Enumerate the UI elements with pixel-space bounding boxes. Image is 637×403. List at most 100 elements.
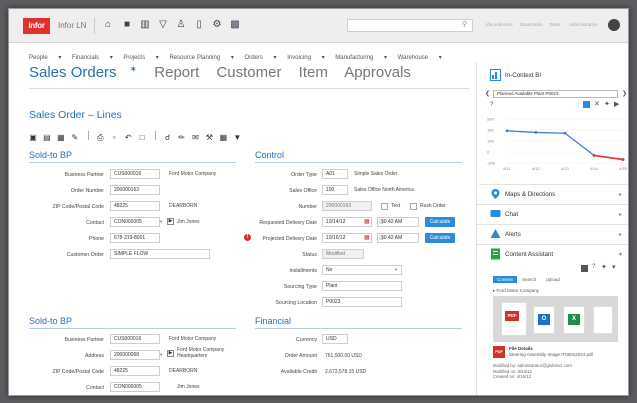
tab-sales-orders[interactable]: Sales Orders ✶ xyxy=(29,64,137,81)
chevron-down-icon[interactable]: ▾ xyxy=(160,352,162,358)
content-breadcrumb[interactable]: ▸ Ford Motor Company xyxy=(493,288,539,294)
address-field[interactable]: 200000068 xyxy=(110,350,160,360)
calculate-requested-button[interactable]: Calculate xyxy=(425,217,455,227)
bookmarks-link[interactable]: Bookmarks xyxy=(520,22,543,27)
expand-icon[interactable]: ▶ xyxy=(614,100,619,108)
content-assistant-header[interactable]: Content Assistant ▾ xyxy=(477,245,628,265)
edit-icon[interactable]: ✎ xyxy=(71,133,79,143)
chevron-down-icon[interactable]: ▾ xyxy=(160,219,162,225)
tools-icon[interactable]: ⚒ xyxy=(205,133,213,143)
new-icon[interactable]: ▤ xyxy=(43,133,51,143)
report-icon[interactable]: ▩ xyxy=(229,19,241,31)
undo-icon[interactable]: ↶ xyxy=(124,133,132,143)
tab-report[interactable]: Report xyxy=(154,64,199,81)
search-input[interactable] xyxy=(347,19,473,32)
close-icon[interactable]: ✕ xyxy=(594,100,600,108)
settings-icon[interactable]: ⚙ xyxy=(211,19,223,31)
customer-order-field[interactable]: SIMPLE FLOW xyxy=(110,249,210,259)
menu-orders[interactable]: Orders ▾ xyxy=(245,55,277,61)
menu-projects[interactable]: Projects ▾ xyxy=(123,55,158,61)
order-type-field[interactable]: A01 xyxy=(322,169,348,179)
blank-document[interactable] xyxy=(593,306,613,334)
tab-upload[interactable]: Upload xyxy=(542,276,564,283)
alerts-header[interactable]: Alerts ▸ xyxy=(477,225,628,245)
phone-field[interactable]: 678-319-8001 xyxy=(110,233,160,243)
infor-logo[interactable]: infor xyxy=(23,18,50,34)
contact-field[interactable]: CON000005 xyxy=(110,382,160,392)
sourcing-location-field[interactable]: P0023 xyxy=(322,297,402,307)
app-name[interactable]: Infor LN xyxy=(58,21,86,30)
pdf-document[interactable]: PDF xyxy=(501,302,527,336)
table-icon[interactable]: ▦ xyxy=(219,133,228,143)
business-partner-field[interactable]: CUS000016 xyxy=(110,169,160,179)
tab-customer[interactable]: Customer xyxy=(216,64,281,81)
zip-field[interactable]: 48225 xyxy=(110,201,160,211)
user-icon[interactable]: ♙ xyxy=(175,19,187,31)
tab-item[interactable]: Item xyxy=(299,64,328,81)
bi-select[interactable]: Planned Available Plant P0023 xyxy=(493,90,618,98)
tab-search[interactable]: Search xyxy=(518,276,540,283)
filter-icon[interactable]: ▼ xyxy=(233,133,241,143)
excel-document[interactable]: X xyxy=(563,306,585,334)
calendar-icon[interactable]: ▦ xyxy=(364,233,370,243)
maps-header[interactable]: Maps & Directions ▸ xyxy=(477,185,628,205)
admin-link[interactable]: Administration xyxy=(569,22,598,27)
business-partner-field[interactable]: CUS000016 xyxy=(110,334,160,344)
zip-field[interactable]: 48225 xyxy=(110,366,160,376)
contact-lookup-icon[interactable]: ▶ xyxy=(167,218,174,225)
menu-people[interactable]: People ▾ xyxy=(29,55,61,61)
shield-icon[interactable]: ▽ xyxy=(157,19,169,31)
mail-icon[interactable]: ✉ xyxy=(191,133,199,143)
currency-field[interactable]: USD xyxy=(322,334,348,344)
chevron-right-icon[interactable]: ❯ xyxy=(622,90,627,97)
sourcing-type-field[interactable]: Plant xyxy=(322,281,402,291)
attach-icon[interactable]: ☌ xyxy=(164,133,172,143)
installments-select[interactable]: No xyxy=(322,265,402,275)
order-number-field[interactable]: 200000163 xyxy=(110,185,160,195)
chat-header[interactable]: Chat ▸ xyxy=(477,205,628,225)
pin-icon[interactable]: ✦ xyxy=(604,100,610,108)
chevron-down-icon[interactable]: ▾ xyxy=(395,267,397,273)
search-icon[interactable]: ⚲ xyxy=(462,20,467,28)
save-icon[interactable]: ▣ xyxy=(29,133,37,143)
rush-order-checkbox[interactable] xyxy=(410,203,417,210)
avatar[interactable] xyxy=(608,19,620,31)
x-tick-label: 4/15 xyxy=(619,166,627,171)
file-name[interactable]: Steering Assembly Image IT00012024.pdf xyxy=(509,352,593,357)
clock-icon[interactable]: ◷ xyxy=(379,233,384,243)
address-lookup-icon[interactable]: ▶ xyxy=(167,350,174,357)
bi-header[interactable]: In-Context BI xyxy=(477,66,628,86)
tab-content[interactable]: Content xyxy=(493,276,517,283)
tab-approvals[interactable]: Approvals xyxy=(344,64,411,81)
sales-office-field[interactable]: 100 xyxy=(322,185,348,195)
chevron-left-icon[interactable]: ❮ xyxy=(485,90,490,97)
pencil-icon[interactable]: ✏ xyxy=(177,133,185,143)
chart-icon[interactable]: ▥ xyxy=(139,19,151,31)
collapse-icon[interactable]: ▾ xyxy=(612,263,616,271)
grid-view-icon[interactable] xyxy=(581,265,588,272)
menu-resource-planning[interactable]: Resource Planning ▾ xyxy=(169,55,233,61)
print-icon[interactable]: ⎙ xyxy=(96,133,104,143)
menu-warehouse[interactable]: Warehouse ▾ xyxy=(398,55,442,61)
document-icon[interactable]: ▯ xyxy=(193,19,205,31)
pin-icon[interactable]: ✦ xyxy=(601,263,607,271)
text-checkbox[interactable] xyxy=(381,203,388,210)
home-icon[interactable]: ⌂ xyxy=(102,19,114,31)
info-icon[interactable]: ? xyxy=(490,102,493,108)
chart-view-icon[interactable] xyxy=(583,101,590,108)
calculate-projected-button[interactable]: Calculate xyxy=(425,233,455,243)
delete-icon[interactable]: □ xyxy=(138,133,146,143)
bookmark-icon[interactable]: ■ xyxy=(121,19,133,31)
menu-invoicing[interactable]: Invoicing ▾ xyxy=(287,55,324,61)
calendar-icon[interactable]: ▦ xyxy=(364,217,370,227)
tasks-link[interactable]: Tasks xyxy=(549,22,561,27)
clock-icon[interactable]: ◷ xyxy=(379,217,384,227)
menu-financials[interactable]: Financials ▾ xyxy=(72,55,113,61)
help-icon[interactable]: ? xyxy=(592,264,595,270)
copy-icon[interactable]: ▫ xyxy=(110,133,118,143)
menu-manufacturing[interactable]: Manufacturing ▾ xyxy=(335,55,387,61)
outlook-document[interactable]: O xyxy=(533,306,555,334)
user-link[interactable]: Ida Andersen xyxy=(486,22,513,27)
grid-icon[interactable]: ▦ xyxy=(57,133,65,143)
contact-field[interactable]: CON000005 xyxy=(110,217,160,227)
